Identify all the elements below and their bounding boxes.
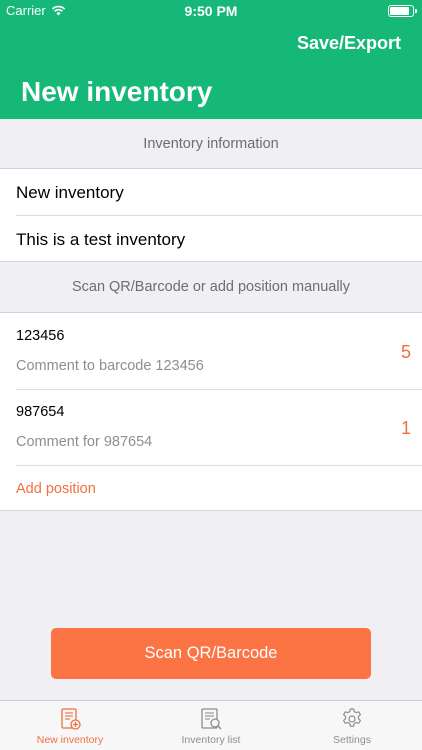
position-comment: Comment to barcode 123456 xyxy=(16,358,204,374)
position-quantity: 5 xyxy=(400,342,411,362)
tab-new-inventory[interactable]: New inventory xyxy=(0,701,140,750)
inventory-information-group: New inventory This is a test inventory xyxy=(0,168,422,262)
status-bar: Carrier 9:50 PM xyxy=(0,0,422,22)
position-comment: Comment for 987654 xyxy=(16,434,153,450)
divider xyxy=(16,215,422,216)
position-code: 123456 xyxy=(16,328,65,344)
add-position-button[interactable]: Add position xyxy=(16,481,96,497)
inventory-name-field[interactable]: New inventory xyxy=(16,183,124,203)
tab-label: New inventory xyxy=(36,734,104,746)
gear-icon xyxy=(343,708,361,727)
divider xyxy=(16,389,422,390)
navigation-header: Carrier 9:50 PM Save/Export New inventor… xyxy=(0,0,422,119)
inventory-list-icon xyxy=(201,708,222,730)
new-inventory-icon xyxy=(61,708,81,730)
positions-group: 123456 Comment to barcode 123456 5 98765… xyxy=(0,312,422,511)
inventory-description-field[interactable]: This is a test inventory xyxy=(16,230,185,250)
status-time: 9:50 PM xyxy=(184,3,238,19)
position-quantity: 1 xyxy=(400,418,411,438)
battery-icon xyxy=(388,5,417,17)
tab-inventory-list[interactable]: Inventory list xyxy=(141,701,281,750)
divider xyxy=(16,465,422,466)
position-code: 987654 xyxy=(16,404,65,420)
tab-label: Inventory list xyxy=(181,734,241,746)
tab-label: Settings xyxy=(333,734,371,746)
page-title: New inventory xyxy=(21,76,213,107)
save-export-button[interactable]: Save/Export xyxy=(297,33,401,54)
scan-barcode-button[interactable]: Scan QR/Barcode xyxy=(51,628,371,679)
tab-settings[interactable]: Settings xyxy=(282,701,422,750)
tab-bar: New inventory Inventory list Settings xyxy=(0,700,422,750)
inventory-information-header: Inventory information xyxy=(143,136,279,152)
positions-header: Scan QR/Barcode or add position manually xyxy=(71,279,351,295)
